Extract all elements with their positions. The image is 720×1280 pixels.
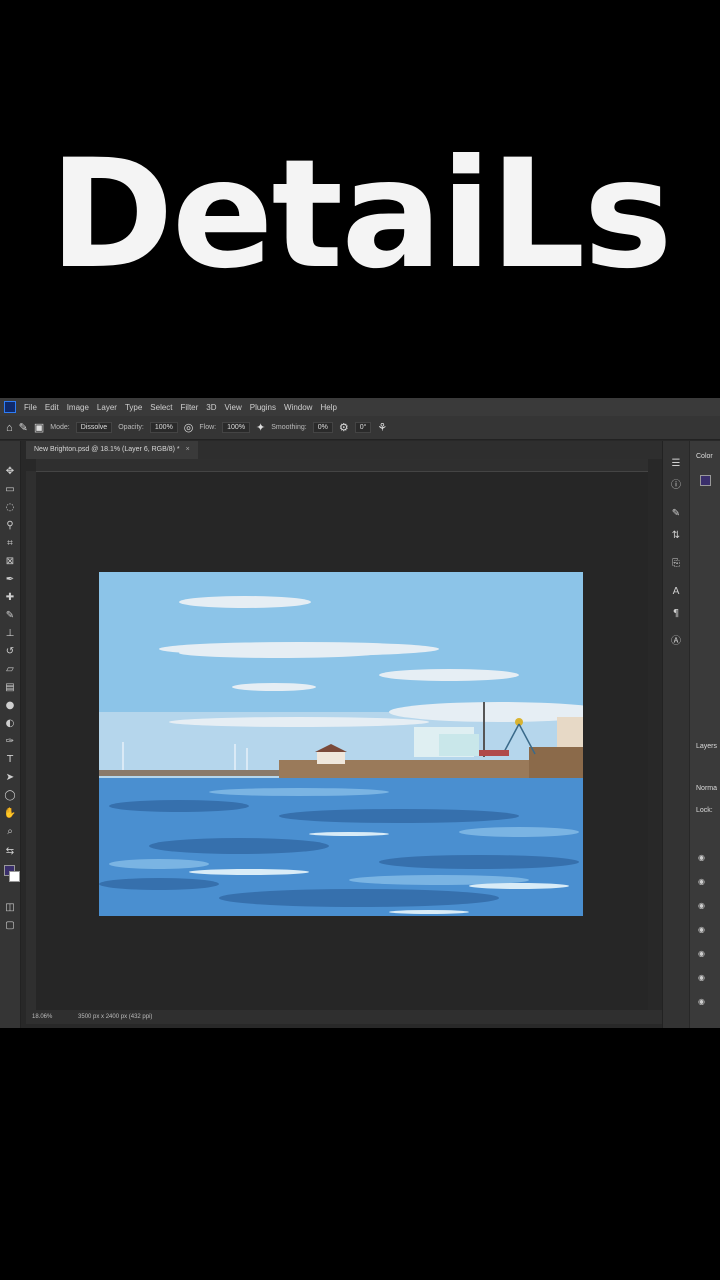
- color-panel-foreground[interactable]: [700, 475, 711, 486]
- move-tool-icon[interactable]: ✥: [3, 465, 17, 479]
- angle-field[interactable]: 0°: [354, 422, 372, 433]
- mode-label: Mode:: [50, 424, 70, 431]
- home-icon[interactable]: ⌂: [6, 422, 13, 434]
- quick-select-icon[interactable]: ⚲: [3, 519, 17, 533]
- menu-window[interactable]: Window: [284, 403, 312, 412]
- smoothing-label: Smoothing:: [271, 424, 307, 431]
- lock-label: Lock:: [696, 807, 713, 814]
- eye-icon[interactable]: ◉: [698, 949, 705, 958]
- eye-icon[interactable]: ◉: [698, 877, 705, 886]
- close-icon[interactable]: ×: [186, 446, 190, 453]
- blend-mode-select[interactable]: Norma: [696, 785, 717, 792]
- smoothing-field[interactable]: 0%: [312, 422, 333, 433]
- glyphs-icon[interactable]: Ⓐ: [669, 635, 683, 649]
- flow-field[interactable]: 100%: [222, 422, 251, 433]
- opacity-field[interactable]: 100%: [149, 422, 178, 433]
- marquee-tool-icon[interactable]: ▭: [3, 483, 17, 497]
- adjustments-icon[interactable]: ☰: [669, 457, 683, 471]
- blur-tool-icon[interactable]: ●: [3, 699, 17, 713]
- symmetry-icon[interactable]: ⚘: [377, 421, 387, 434]
- menu-layer[interactable]: Layer: [97, 403, 117, 412]
- type-tool-icon[interactable]: T: [3, 753, 17, 767]
- crop-tool-icon[interactable]: ⌗: [3, 537, 17, 551]
- menu-select[interactable]: Select: [150, 403, 172, 412]
- hand-tool-icon[interactable]: ✋: [3, 807, 17, 821]
- mode-select[interactable]: Dissolve: [75, 422, 113, 433]
- eye-icon[interactable]: ◉: [698, 925, 705, 934]
- swap-colors-icon[interactable]: ⇆: [3, 845, 17, 859]
- shape-tool-icon[interactable]: ◯: [3, 789, 17, 803]
- menu-file[interactable]: File: [24, 403, 37, 412]
- opacity-label: Opacity:: [118, 424, 144, 431]
- menu-bar: File Edit Image Layer Type Select Filter…: [0, 398, 720, 416]
- path-select-icon[interactable]: ➤: [3, 771, 17, 785]
- menu-image[interactable]: Image: [67, 403, 89, 412]
- info-icon[interactable]: ⓘ: [669, 479, 683, 493]
- properties-icon[interactable]: ⇅: [669, 529, 683, 543]
- brush-tool-icon[interactable]: ✎: [3, 609, 17, 623]
- eyedropper-icon[interactable]: ✒: [3, 573, 17, 587]
- horizontal-ruler: [36, 459, 648, 472]
- history-brush-icon[interactable]: ↺: [3, 645, 17, 659]
- menu-help[interactable]: Help: [320, 403, 336, 412]
- photoshop-logo-icon: [4, 401, 16, 413]
- document-tab-bar: New Brighton.psd @ 18.1% (Layer 6, RGB/8…: [26, 441, 662, 459]
- menu-view[interactable]: View: [225, 403, 242, 412]
- eye-icon[interactable]: ◉: [698, 901, 705, 910]
- dodge-tool-icon[interactable]: ◐: [3, 717, 17, 731]
- character-icon[interactable]: A: [669, 585, 683, 599]
- overlay-title: DetaiLs: [49, 128, 672, 302]
- artwork-image: [99, 572, 583, 916]
- menu-filter[interactable]: Filter: [181, 403, 199, 412]
- menu-plugins[interactable]: Plugins: [250, 403, 276, 412]
- paragraph-icon[interactable]: ¶: [669, 607, 683, 621]
- pressure-opacity-icon[interactable]: ◎: [184, 421, 194, 434]
- eye-icon[interactable]: ◉: [698, 973, 705, 982]
- menu-3d[interactable]: 3D: [206, 403, 216, 412]
- tools-panel: ✥ ▭ ◌ ⚲ ⌗ ⊠ ✒ ✚ ✎ ⊥ ↺ ▱ ▤ ● ◐ ✑ T ➤ ◯ ✋ …: [0, 441, 21, 1028]
- options-bar: ⌂ ✎ ▣ Mode: Dissolve Opacity: 100% ◎ Flo…: [0, 416, 720, 440]
- screen-mode-icon[interactable]: ▢: [3, 919, 17, 933]
- gear-icon[interactable]: ⚙: [339, 421, 349, 434]
- layers-panel-label[interactable]: Layers: [696, 743, 717, 750]
- menu-type[interactable]: Type: [125, 403, 142, 412]
- background-color-swatch[interactable]: [9, 871, 20, 882]
- right-panels: Color Layers Norma Lock: ◉ ◉ ◉ ◉ ◉ ◉ ◉: [690, 441, 720, 1028]
- collapsed-panel-strip: ☰ ⓘ ✎ ⇅ ⎘ A ¶ Ⓐ: [662, 441, 689, 1028]
- lasso-tool-icon[interactable]: ◌: [3, 501, 17, 515]
- brush-settings-panel-icon[interactable]: ✎: [669, 507, 683, 521]
- eraser-icon[interactable]: ▱: [3, 663, 17, 677]
- brush-tool-icon[interactable]: ✎: [19, 421, 28, 434]
- flow-label: Flow:: [199, 424, 217, 431]
- eye-icon[interactable]: ◉: [698, 853, 705, 862]
- status-bar: 18.06% 3500 px x 2400 px (432 ppi): [26, 1010, 662, 1024]
- document-tab-title: New Brighton.psd @ 18.1% (Layer 6, RGB/8…: [34, 446, 180, 453]
- color-panel-label[interactable]: Color: [696, 453, 713, 460]
- clone-source-icon[interactable]: ⎘: [669, 557, 683, 571]
- gradient-tool-icon[interactable]: ▤: [3, 681, 17, 695]
- healing-brush-icon[interactable]: ✚: [3, 591, 17, 605]
- document-tab[interactable]: New Brighton.psd @ 18.1% (Layer 6, RGB/8…: [26, 441, 198, 459]
- document-size: 3500 px x 2400 px (432 ppi): [78, 1014, 153, 1020]
- frame-tool-icon[interactable]: ⊠: [3, 555, 17, 569]
- menu-edit[interactable]: Edit: [45, 403, 59, 412]
- zoom-level[interactable]: 18.06%: [32, 1014, 52, 1020]
- airbrush-icon[interactable]: ✦: [256, 421, 265, 434]
- pen-tool-icon[interactable]: ✑: [3, 735, 17, 749]
- stamp-tool-icon[interactable]: ⊥: [3, 627, 17, 641]
- brush-settings-icon[interactable]: ▣: [34, 421, 44, 434]
- quick-mask-icon[interactable]: ◫: [3, 901, 17, 915]
- eye-icon[interactable]: ◉: [698, 997, 705, 1006]
- zoom-tool-icon[interactable]: ⌕: [3, 825, 17, 839]
